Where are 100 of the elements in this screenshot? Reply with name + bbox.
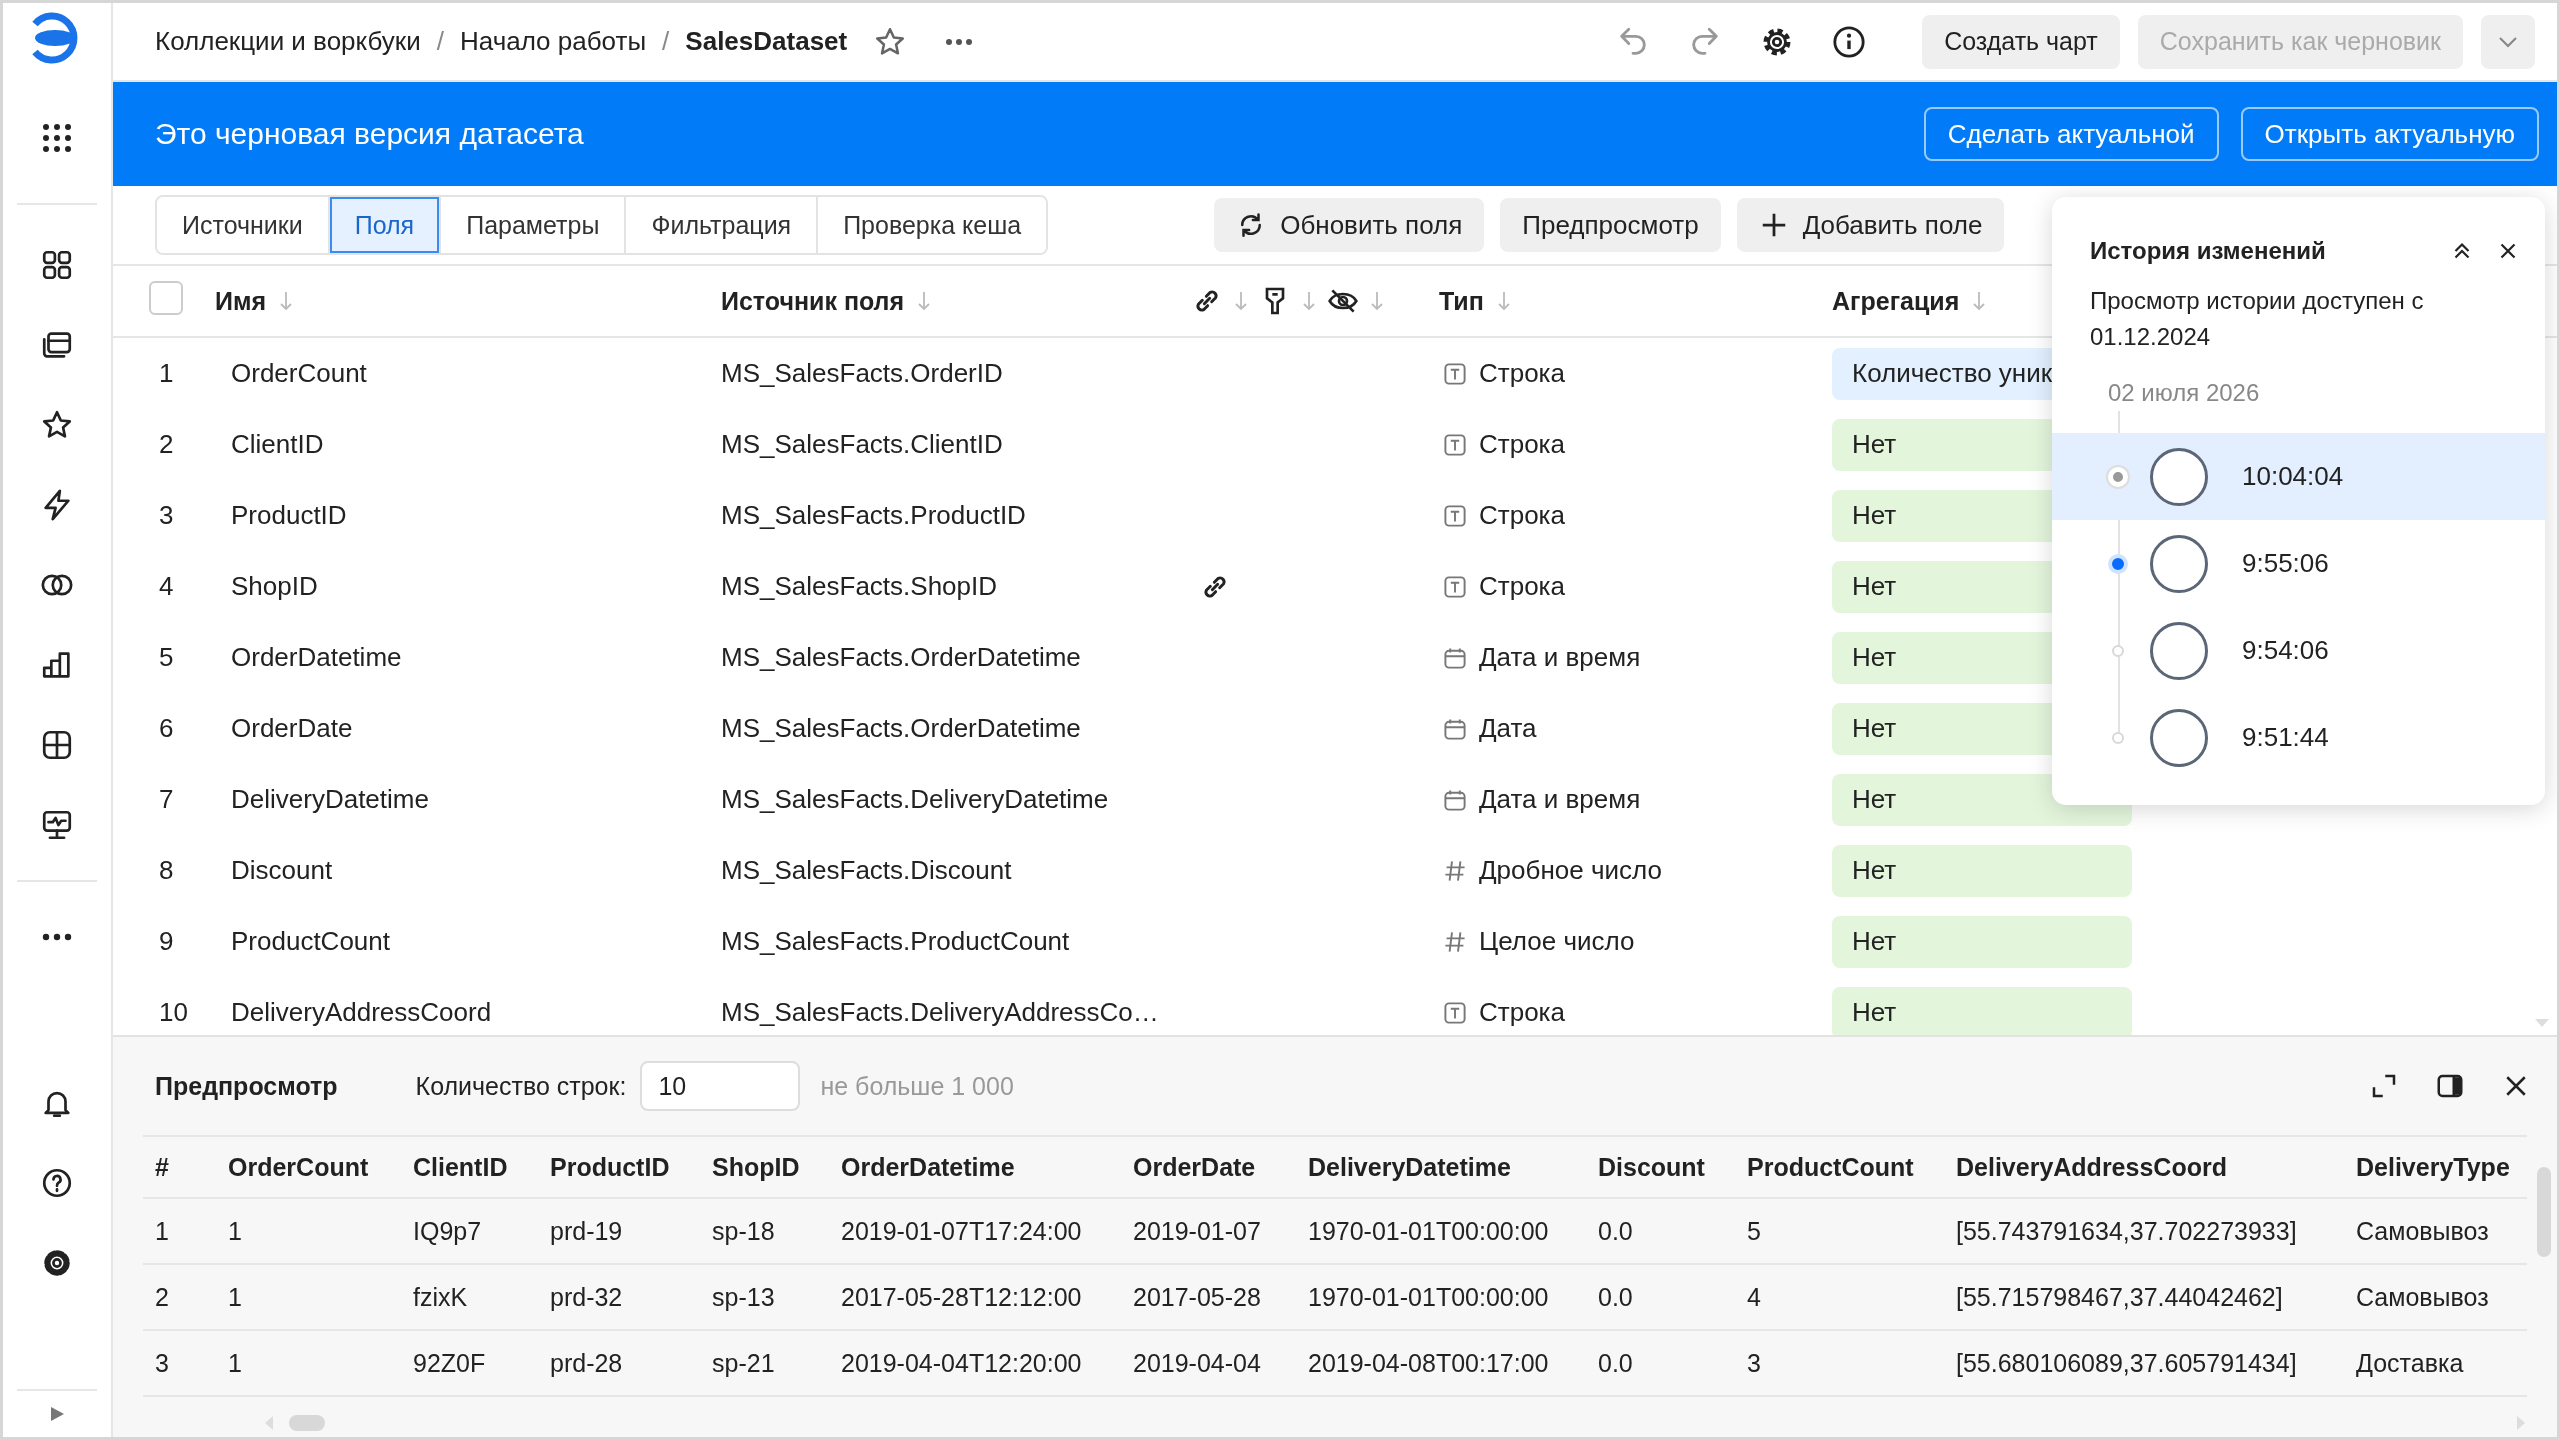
column-header: Discount (1597, 1152, 1706, 1182)
table-cell-text: sp-21 (711, 1348, 776, 1378)
row-number: 6 (159, 713, 174, 743)
tab[interactable]: Поля (329, 197, 442, 253)
column-header[interactable]: Тип (1439, 286, 1484, 316)
table-cell-text: IQ9p7 (412, 1216, 483, 1246)
breadcrumb-link[interactable]: SalesDataset (685, 26, 848, 57)
banner-button[interactable]: Открыть актуальную (2240, 107, 2539, 161)
expand-icon[interactable] (48, 1405, 66, 1423)
apps-icon[interactable] (42, 123, 72, 153)
banner-button[interactable]: Сделать актуальной (1923, 107, 2219, 161)
table-cell-text: 4 (1746, 1282, 1762, 1312)
field-type[interactable]: Дата (1479, 713, 1537, 744)
table-cell-text: 2019-04-08T00:17:00 (1307, 1348, 1550, 1378)
table-cell-text: [55.715798467,37.44042462] (1955, 1282, 2284, 1312)
aggregation-select[interactable]: Нет (1832, 915, 2132, 968)
field-name[interactable]: DeliveryDatetime (231, 784, 429, 815)
avatar (2150, 447, 2208, 506)
field-type[interactable]: Строка (1479, 997, 1565, 1028)
aggregation-select[interactable]: Нет (1832, 844, 2132, 897)
column-header: DeliveryType (2355, 1152, 2511, 1182)
breadcrumb-link[interactable]: Коллекции и воркбуки (155, 26, 421, 57)
table-cell-text: sp-13 (711, 1282, 776, 1312)
avatar (2150, 621, 2208, 680)
table-cell-text: Самовывоз (2355, 1282, 2490, 1312)
table-cell-text: 2 (154, 1282, 170, 1312)
text-type-icon (1443, 432, 1467, 457)
field-name[interactable]: DeliveryAddressCoord (231, 997, 492, 1028)
table-cell-text: 2019-01-07T17:24:00 (840, 1216, 1083, 1246)
field-type[interactable]: Строка (1479, 429, 1565, 460)
collections-icon[interactable] (40, 248, 74, 282)
table-cell-text: 0.0 (1597, 1216, 1634, 1246)
field-type[interactable]: Целое число (1479, 926, 1635, 957)
field-type[interactable]: Дата и время (1479, 784, 1641, 815)
monitor-icon[interactable] (40, 808, 74, 842)
table-cell-text: 1 (154, 1216, 170, 1246)
column-header[interactable]: Агрегация (1832, 286, 1960, 316)
avatar (2150, 708, 2208, 767)
field-name[interactable]: OrderDate (231, 713, 353, 744)
field-source: MS_SalesFacts.Discount (721, 855, 1012, 886)
select-all-checkbox[interactable] (149, 281, 183, 315)
field-source: MS_SalesFacts.ProductID (721, 500, 1026, 531)
row-number: 9 (159, 926, 174, 956)
scrollbar-thumb[interactable] (289, 1415, 325, 1431)
row-number: 8 (159, 855, 174, 885)
toolbar-button[interactable]: Обновить поля (1214, 198, 1485, 252)
field-name[interactable]: OrderCount (231, 358, 367, 389)
column-header: OrderCount (227, 1152, 370, 1182)
field-type[interactable]: Строка (1479, 500, 1565, 531)
table-cell-text: 1 (227, 1348, 243, 1378)
table-cell-text: Самовывоз (2355, 1216, 2490, 1246)
more-icon[interactable] (42, 933, 72, 941)
table-icon[interactable] (40, 728, 74, 762)
field-type[interactable]: Строка (1479, 358, 1565, 389)
table-cell-text: 1 (227, 1216, 243, 1246)
toolbar-button[interactable]: Предпросмотр (1500, 198, 1721, 252)
field-name[interactable]: OrderDatetime (231, 642, 402, 673)
table-cell-text: 0.0 (1597, 1348, 1634, 1378)
breadcrumb-link[interactable]: Начало работы (459, 26, 647, 57)
column-header[interactable]: Источник поля (721, 286, 905, 316)
field-name[interactable]: ProductID (231, 500, 347, 531)
preview-title: Предпросмотр (155, 1071, 338, 1101)
column-header[interactable]: Имя (215, 286, 267, 316)
table-cell-text: 3 (154, 1348, 170, 1378)
table-cell-text: 2019-04-04T12:20:00 (840, 1348, 1083, 1378)
field-name[interactable]: ShopID (231, 571, 318, 602)
column-header: ProductID (549, 1152, 671, 1182)
text-type-icon (1443, 574, 1467, 599)
calendar-icon (1443, 716, 1467, 741)
field-type[interactable]: Дробное число (1479, 855, 1662, 886)
column-header: ShopID (711, 1152, 801, 1182)
field-source: MS_SalesFacts.OrderDatetime (721, 713, 1081, 744)
field-type[interactable]: Строка (1479, 571, 1565, 602)
text-type-icon (1443, 503, 1467, 528)
table-cell-text: 2019-01-07 (1132, 1216, 1262, 1246)
history-entry[interactable]: 10:04:04 (2052, 433, 2545, 520)
field-name[interactable]: ProductCount (231, 926, 390, 957)
create-chart-button[interactable]: Создать чарт (1922, 14, 2120, 69)
field-type[interactable]: Дата и время (1479, 642, 1641, 673)
field-name[interactable]: Discount (231, 855, 333, 886)
table-cell-text: fzixK (412, 1282, 469, 1312)
help-icon[interactable] (40, 1166, 74, 1200)
table-cell-text: 3 (1746, 1348, 1762, 1378)
field-name[interactable]: ClientID (231, 429, 324, 460)
text-type-icon (1443, 1000, 1467, 1025)
text-type-icon (1443, 361, 1467, 386)
scrollbar-thumb[interactable] (2537, 1167, 2551, 1257)
info-icon[interactable] (1832, 24, 1867, 59)
row-count-field[interactable]: 10 (640, 1061, 801, 1111)
field-source: MS_SalesFacts.OrderID (721, 358, 1003, 389)
aggregation-select[interactable]: Нет (1832, 986, 2132, 1035)
tab[interactable]: Источники (157, 197, 330, 253)
table-cell-text: 1970-01-01T00:00:00 (1307, 1216, 1550, 1246)
table-cell-text: 2019-04-04 (1132, 1348, 1262, 1378)
table-cell-text: Доставка (2355, 1348, 2465, 1378)
calendar-icon (1443, 787, 1467, 812)
toolbar-button[interactable]: Добавить поле (1736, 198, 2005, 252)
table-cell-text: 1970-01-01T00:00:00 (1307, 1282, 1550, 1312)
more-icon[interactable] (945, 37, 974, 46)
table-cell-text: 92Z0F (412, 1348, 487, 1378)
